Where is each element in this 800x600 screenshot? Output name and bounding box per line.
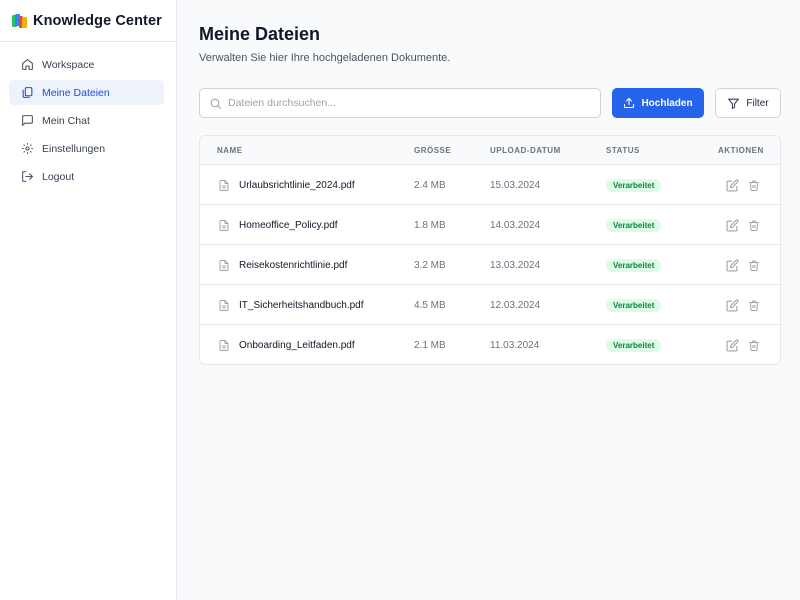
gear-icon	[20, 142, 34, 156]
sidebar-item-label: Workspace	[42, 58, 95, 71]
status-badge: Verarbeitet	[606, 258, 662, 272]
upload-button[interactable]: Hochladen	[612, 88, 704, 118]
file-size: 2.4 MB	[414, 179, 446, 191]
file-name-cell: IT_Sicherheitshandbuch.pdf	[218, 285, 364, 325]
filter-button[interactable]: Filter	[715, 88, 781, 118]
table-row[interactable]: IT_Sicherheitshandbuch.pdf 4.5 MB 12.03.…	[200, 285, 780, 325]
trash-icon[interactable]	[748, 339, 760, 352]
sidebar-nav: Workspace Meine Dateien Mein Chat Einste…	[0, 42, 176, 189]
sidebar-item-mein-chat[interactable]: Mein Chat	[9, 108, 164, 133]
edit-icon[interactable]	[726, 178, 739, 192]
sidebar-item-label: Meine Dateien	[42, 86, 110, 99]
search-icon	[209, 97, 222, 110]
upload-icon	[623, 97, 635, 109]
file-icon	[218, 259, 230, 272]
edit-icon[interactable]	[726, 218, 739, 232]
brand-title: Knowledge Center	[33, 12, 162, 29]
upload-date: 11.03.2024	[490, 339, 540, 351]
trash-icon[interactable]	[748, 219, 760, 232]
file-size: 3.2 MB	[414, 259, 446, 271]
file-size: 2.1 MB	[414, 339, 446, 351]
trash-icon[interactable]	[748, 299, 760, 312]
status-cell: Verarbeitet	[606, 285, 662, 325]
edit-icon[interactable]	[726, 258, 739, 272]
actions-cell	[726, 245, 769, 285]
file-name[interactable]: Urlaubsrichtlinie_2024.pdf	[239, 180, 355, 191]
file-name[interactable]: Homeoffice_Policy.pdf	[239, 220, 338, 231]
filter-icon	[727, 97, 740, 110]
search-box[interactable]	[199, 88, 601, 118]
upload-date: 12.03.2024	[490, 299, 541, 311]
status-cell: Verarbeitet	[606, 205, 662, 245]
upload-date: 13.03.2024	[490, 259, 541, 271]
sidebar-item-meine-dateien[interactable]: Meine Dateien	[9, 80, 164, 105]
edit-icon[interactable]	[726, 338, 739, 352]
file-icon	[218, 219, 230, 232]
search-input[interactable]	[228, 97, 568, 109]
status-cell: Verarbeitet	[606, 165, 662, 205]
trash-icon[interactable]	[748, 179, 760, 192]
sidebar-item-label: Einstellungen	[42, 142, 106, 155]
file-name-cell: Onboarding_Leitfaden.pdf	[218, 325, 355, 364]
file-name-cell: Reisekostenrichtlinie.pdf	[218, 245, 347, 285]
files-table: NAME GRÖSSE UPLOAD-DATUM STATUS AKTIONEN…	[199, 135, 781, 365]
upload-date: 14.03.2024	[490, 219, 541, 231]
column-header-actions: AKTIONEN	[718, 146, 764, 155]
sidebar-item-einstellungen[interactable]: Einstellungen	[9, 136, 164, 161]
documents-icon	[20, 86, 34, 100]
sidebar: Knowledge Center Workspace Meine Dateien…	[0, 0, 177, 600]
sidebar-item-label: Mein Chat	[42, 114, 90, 127]
file-icon	[218, 339, 230, 352]
table-row[interactable]: Reisekostenrichtlinie.pdf 3.2 MB 13.03.2…	[200, 245, 780, 285]
brand[interactable]: Knowledge Center	[0, 0, 176, 42]
table-row[interactable]: Urlaubsrichtlinie_2024.pdf 2.4 MB 15.03.…	[200, 165, 780, 205]
column-header-name[interactable]: NAME	[217, 136, 243, 165]
sidebar-item-workspace[interactable]: Workspace	[9, 52, 164, 77]
actions-cell	[726, 325, 769, 364]
sidebar-item-label: Logout	[42, 170, 75, 183]
page-title: Meine Dateien	[199, 24, 321, 44]
page-subtitle: Verwalten Sie hier Ihre hochgeladenen Do…	[199, 52, 451, 64]
upload-button-label: Hochladen	[641, 97, 693, 109]
status-badge: Verarbeitet	[606, 218, 662, 232]
status-cell: Verarbeitet	[606, 325, 662, 364]
status-badge: Verarbeitet	[606, 338, 662, 352]
actions-cell	[726, 205, 769, 245]
actions-cell	[726, 165, 769, 205]
file-name[interactable]: IT_Sicherheitshandbuch.pdf	[239, 300, 364, 311]
logout-icon	[20, 170, 34, 184]
column-header-status[interactable]: STATUS	[606, 136, 640, 165]
actions-cell	[726, 285, 769, 325]
status-badge: Verarbeitet	[606, 298, 662, 312]
edit-icon[interactable]	[726, 298, 739, 312]
file-icon	[218, 179, 230, 192]
table-header: NAME GRÖSSE UPLOAD-DATUM STATUS AKTIONEN	[200, 136, 780, 165]
file-size: 4.5 MB	[414, 299, 446, 311]
chat-icon	[20, 114, 34, 128]
status-cell: Verarbeitet	[606, 245, 662, 285]
brand-logo-icon	[12, 13, 27, 28]
home-icon	[20, 58, 34, 72]
trash-icon[interactable]	[748, 259, 760, 272]
table-row[interactable]: Homeoffice_Policy.pdf 1.8 MB 14.03.2024 …	[200, 205, 780, 245]
file-name[interactable]: Reisekostenrichtlinie.pdf	[239, 260, 347, 271]
column-header-size[interactable]: GRÖSSE	[414, 136, 451, 165]
filter-button-label: Filter	[746, 97, 769, 109]
status-badge: Verarbeitet	[606, 178, 662, 192]
column-header-date[interactable]: UPLOAD-DATUM	[490, 136, 561, 165]
sidebar-item-logout[interactable]: Logout	[9, 164, 164, 189]
file-name[interactable]: Onboarding_Leitfaden.pdf	[239, 340, 355, 351]
file-size: 1.8 MB	[414, 219, 446, 231]
table-row[interactable]: Onboarding_Leitfaden.pdf 2.1 MB 11.03.20…	[200, 325, 780, 364]
file-name-cell: Homeoffice_Policy.pdf	[218, 205, 338, 245]
file-name-cell: Urlaubsrichtlinie_2024.pdf	[218, 165, 355, 205]
upload-date: 15.03.2024	[490, 179, 541, 191]
file-icon	[218, 299, 230, 312]
